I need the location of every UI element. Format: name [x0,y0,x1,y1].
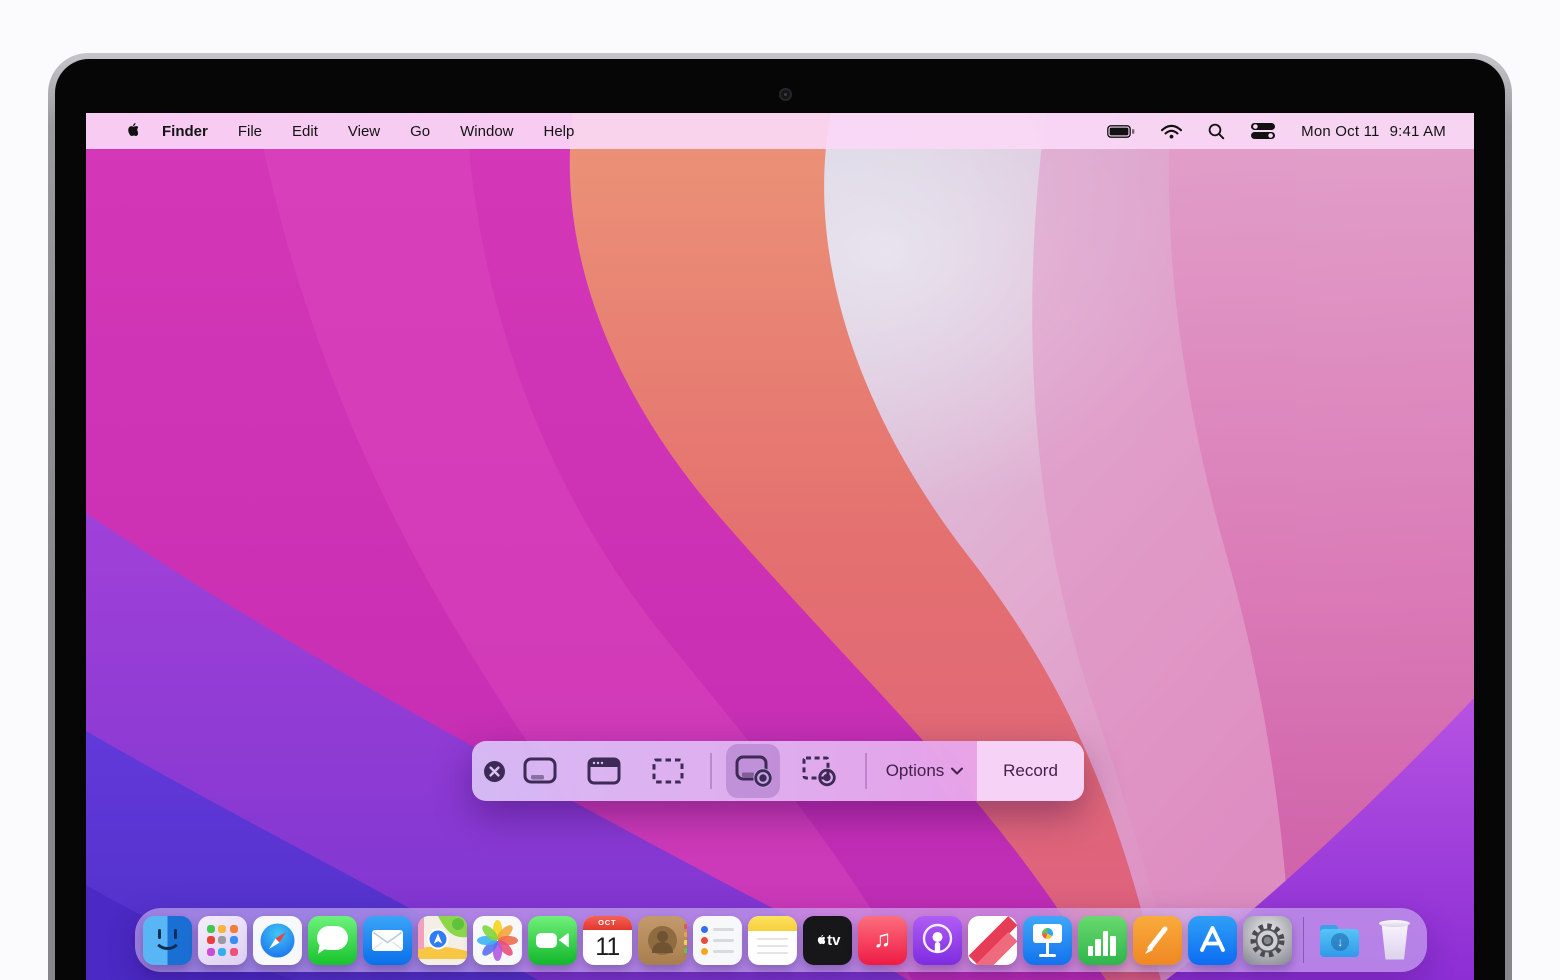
dock-finder[interactable] [143,916,192,965]
capture-window-icon [585,755,623,787]
record-entire-screen-button[interactable] [734,741,772,801]
menu-item-edit[interactable]: Edit [292,123,318,140]
app-store-a-icon [1188,916,1237,965]
dock-reminders[interactable] [693,916,742,965]
dock-podcasts[interactable] [913,916,962,965]
dock-trash[interactable] [1370,916,1419,965]
record-screen-icon [734,754,772,788]
record-selected-portion-button[interactable] [799,741,837,801]
capture-selection-icon [649,755,687,787]
toolbar-divider [865,753,867,789]
capture-selected-window-button[interactable] [585,741,623,801]
tv-label: tv [827,932,840,949]
music-note-icon: ♫ [858,916,907,965]
control-center-icon[interactable] [1251,123,1275,139]
gear-icon [1243,916,1292,965]
apple-menu[interactable] [123,122,138,140]
dock-launchpad[interactable] [198,916,247,965]
dock-system-preferences[interactable] [1243,916,1292,965]
calendar-day: 11 [583,930,632,965]
dock-calendar[interactable]: OCT 11 [583,916,632,965]
chevron-down-icon [951,767,963,775]
dock-pages[interactable] [1133,916,1182,965]
options-button[interactable]: Options [872,741,977,801]
menu-item-file[interactable]: File [238,123,262,140]
menu-item-window[interactable]: Window [460,123,513,140]
capture-entire-screen-button[interactable] [521,741,559,801]
menu-bar-clock[interactable]: Mon Oct 11 9:41 AM [1301,123,1446,140]
wifi-icon[interactable] [1161,124,1182,139]
facetime-camera [779,88,792,101]
clock-time: 9:41 AM [1390,123,1446,140]
close-icon [483,760,506,783]
menu-item-help[interactable]: Help [544,123,575,140]
wallpaper [86,113,1474,980]
dock-notes[interactable] [748,916,797,965]
capture-screen-icon [521,755,559,787]
dock-numbers[interactable] [1078,916,1127,965]
dock-downloads[interactable]: ↓ [1315,916,1364,965]
record-button[interactable]: Record [977,741,1084,801]
close-button[interactable] [482,741,506,801]
spotlight-search-icon[interactable] [1208,123,1225,140]
dock-mail[interactable] [363,916,412,965]
dock: OCT 11 tv ♫ [135,908,1427,972]
mail-envelope-icon [363,916,412,965]
dock-news[interactable] [968,916,1017,965]
dock-messages[interactable] [308,916,357,965]
clock-date: Mon Oct 11 [1301,123,1379,140]
maps-icon [418,916,467,965]
dock-safari[interactable] [253,916,302,965]
apple-logo-icon [123,122,138,140]
dock-app-store[interactable] [1188,916,1237,965]
dock-maps[interactable] [418,916,467,965]
pages-pen-icon [1133,916,1182,965]
menu-item-go[interactable]: Go [410,123,430,140]
dock-tv[interactable]: tv [803,916,852,965]
desktop: Finder File Edit View Go Window Help [86,113,1474,980]
dock-contacts[interactable] [638,916,687,965]
apple-logo-icon [814,934,825,947]
capture-selected-portion-button[interactable] [649,741,687,801]
menu-item-finder[interactable]: Finder [162,123,208,140]
photos-pinwheel-icon [473,916,522,965]
menu-item-view[interactable]: View [348,123,380,140]
dock-keynote[interactable] [1023,916,1072,965]
menu-bar: Finder File Edit View Go Window Help [86,113,1474,149]
dock-music[interactable]: ♫ [858,916,907,965]
record-selection-icon [799,754,837,788]
dock-divider [1303,917,1305,963]
download-arrow-icon: ↓ [1331,933,1349,951]
options-label: Options [886,761,945,781]
dock-photos[interactable] [473,916,522,965]
calendar-month: OCT [583,916,632,930]
battery-icon[interactable] [1107,125,1135,138]
screenshot-toolbar: Options Record [472,741,1084,801]
podcasts-icon [913,916,962,965]
toolbar-divider [710,753,712,789]
dock-facetime[interactable] [528,916,577,965]
safari-compass-icon [253,916,302,965]
